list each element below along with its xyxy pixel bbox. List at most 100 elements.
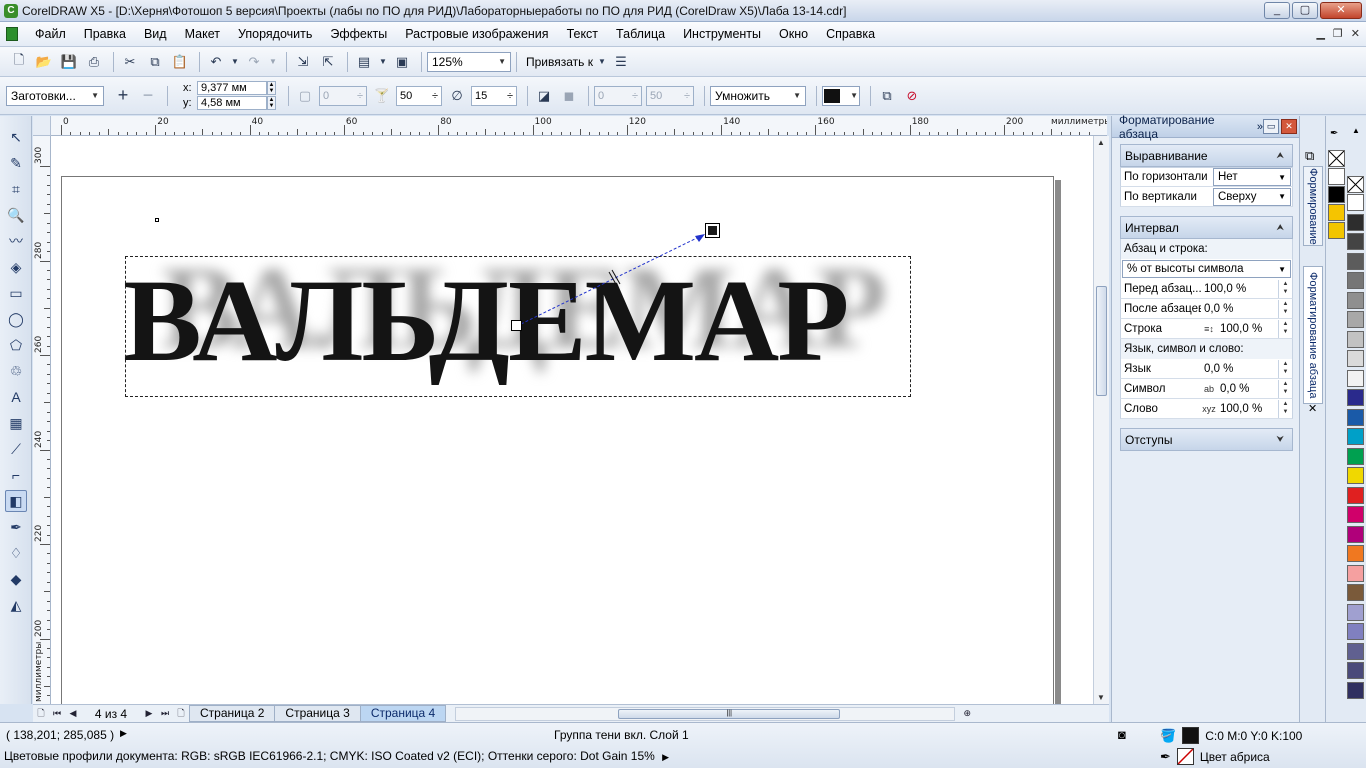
first-page-icon[interactable]: ⏮ [49,708,65,719]
add-page-after-icon[interactable]: 🗋 [173,706,189,722]
doc-close-icon[interactable]: ✕ [1351,27,1360,40]
clear-shadow-icon[interactable]: ⊘ [901,85,923,107]
drop-shadow-tool-icon[interactable]: ◧ [5,490,27,512]
rectangle-tool-icon[interactable]: ▭ [5,282,27,304]
palette-swatch[interactable] [1347,194,1364,211]
options-icon[interactable]: ☰ [610,51,632,73]
palette-swatch[interactable] [1347,486,1364,504]
connector-tool-icon[interactable]: ⌐ [5,464,27,486]
polygon-tool-icon[interactable]: ⬠ [5,334,27,356]
before-paragraph-input[interactable]: 100,0 % [1201,283,1278,295]
palette-swatch[interactable] [1347,233,1364,250]
transparency-mode-select[interactable]: Умножить ▼ [710,85,806,106]
menu-table[interactable]: Таблица [607,27,674,41]
language-spacing-spinner[interactable]: ▲ ▼ [1278,359,1292,378]
close-tab-icon[interactable]: ✕ [1308,402,1317,415]
scroll-up-icon[interactable]: ▲ [1097,138,1105,147]
page-tab-2[interactable]: Страница 2 [189,705,276,722]
palette-swatch[interactable] [1347,311,1364,328]
add-page-before-icon[interactable]: 🗋 [33,706,49,722]
maximize-button[interactable]: ▢ [1292,2,1318,19]
next-page-icon[interactable]: ▶ [141,708,157,719]
shadow-opacity-input[interactable]: 50 ÷ [396,85,442,106]
after-paragraph-spinner[interactable]: ▲ ▼ [1278,299,1292,318]
ellipse-tool-icon[interactable]: ◯ [5,308,27,330]
palette-swatch[interactable] [1347,213,1364,231]
tab-shaping[interactable]: Формирование [1303,166,1323,246]
palette-swatch[interactable] [1347,350,1364,367]
palette-swatch[interactable] [1347,408,1364,426]
page-tab-4[interactable]: Страница 4 [359,705,447,722]
paste-icon[interactable]: 📋 [169,51,191,73]
add-preset-icon[interactable]: + [112,85,134,107]
palette-swatch[interactable] [1347,545,1364,562]
prev-page-icon[interactable]: ◀ [65,708,81,719]
basic-shapes-tool-icon[interactable]: ♲ [5,360,27,382]
menu-view[interactable]: Вид [135,27,176,41]
import-icon[interactable]: ⇲ [292,51,314,73]
cut-icon[interactable]: ✂ [119,51,141,73]
undo-icon[interactable]: ↶ [205,51,227,73]
palette-swatch[interactable] [1328,168,1345,185]
horizontal-scrollbar[interactable]: ||| [455,706,956,721]
save-icon[interactable]: 💾 [58,51,80,73]
doc-minimize-icon[interactable]: ▁ [1316,27,1324,40]
alignment-section-header[interactable]: Выравнивание ⮝ [1120,144,1293,167]
palette-swatch[interactable] [1347,642,1364,660]
minimize-button[interactable]: _ [1264,2,1290,19]
line-spacing-spinner[interactable]: ▲ ▼ [1278,319,1292,338]
shadow-angle-input[interactable]: 0 ÷ [319,85,367,106]
doc-restore-icon[interactable]: ❐ [1333,27,1343,40]
word-spacing-input[interactable]: 100,0 % [1217,403,1278,415]
last-page-icon[interactable]: ⏭ [157,708,173,719]
palette-swatch[interactable] [1347,252,1364,270]
document-icon[interactable] [6,27,18,41]
language-spacing-input[interactable]: 0,0 % [1201,363,1278,375]
menu-window[interactable]: Окно [770,27,817,41]
palette-scroll-up-icon[interactable]: ▲ [1352,126,1360,135]
character-spacing-input[interactable]: 0,0 % [1217,383,1278,395]
before-paragraph-spinner[interactable]: ▲ ▼ [1278,279,1292,298]
snap-dropdown-icon[interactable]: ▼ [597,51,607,73]
text-tool-icon[interactable]: A [5,386,27,408]
menu-effects[interactable]: Эффекты [321,27,396,41]
feather-edges-icon[interactable]: ◼ [558,85,580,107]
export-icon[interactable]: ⇱ [317,51,339,73]
vertical-scroll-thumb[interactable] [1096,286,1107,396]
interactive-fill-tool-icon[interactable]: ◭ [5,594,27,616]
zoom-tool-icon[interactable]: 🔍 [5,204,27,226]
palette-swatch[interactable] [1347,662,1364,679]
horizontal-ruler[interactable]: 0 20 40 60 80 100 120 140 160 180 200 миллиметры [51,116,1107,136]
close-button[interactable]: ✕ [1320,2,1362,19]
palette-swatch[interactable] [1347,623,1364,640]
palette-swatch[interactable] [1328,186,1345,203]
dimension-tool-icon[interactable]: ⟋ [5,438,27,460]
application-launcher-icon[interactable]: ▤ [353,51,375,73]
new-document-icon[interactable]: 🗋 [8,51,30,73]
undo-dropdown-icon[interactable]: ▼ [230,51,240,73]
shadow-feather-input[interactable]: 15 ÷ [471,85,517,106]
tab-paragraph-formatting[interactable]: Форматирование абзаца [1303,266,1323,404]
snap-to-dropdown[interactable]: Привязать к [522,55,597,69]
zoom-levels-select[interactable]: 125% ▼ [427,51,511,72]
palette-swatch[interactable] [1347,291,1364,309]
palette-swatch[interactable] [1347,584,1364,601]
eyedropper-icon[interactable]: ✒ [1330,128,1338,139]
smart-fill-tool-icon[interactable]: ◈ [5,256,27,278]
spacing-section-header[interactable]: Интервал ⮝ [1120,216,1293,239]
redo-dropdown-icon[interactable]: ▼ [268,51,278,73]
line-spacing-input[interactable]: 100,0 % [1217,323,1278,335]
palette-swatch[interactable] [1347,564,1364,582]
palette-swatch[interactable] [1328,222,1345,239]
menu-file[interactable]: Файл [26,27,75,41]
coords-arrow-icon[interactable]: ▶ [120,728,127,739]
fill-indicator[interactable]: 🪣 C:0 M:0 Y:0 K:100 [1160,727,1302,744]
y-spinner[interactable]: ▲ ▼ [267,96,276,110]
indents-section-header[interactable]: Отступы ⮟ [1120,428,1293,451]
crop-tool-icon[interactable]: ⌗ [5,178,27,200]
menu-edit[interactable]: Правка [75,27,135,41]
table-tool-icon[interactable]: ▦ [5,412,27,434]
palette-swatch[interactable] [1347,681,1364,699]
outline-pen-tool-icon[interactable]: ♢ [5,542,27,564]
no-color-swatch[interactable] [1347,176,1364,193]
